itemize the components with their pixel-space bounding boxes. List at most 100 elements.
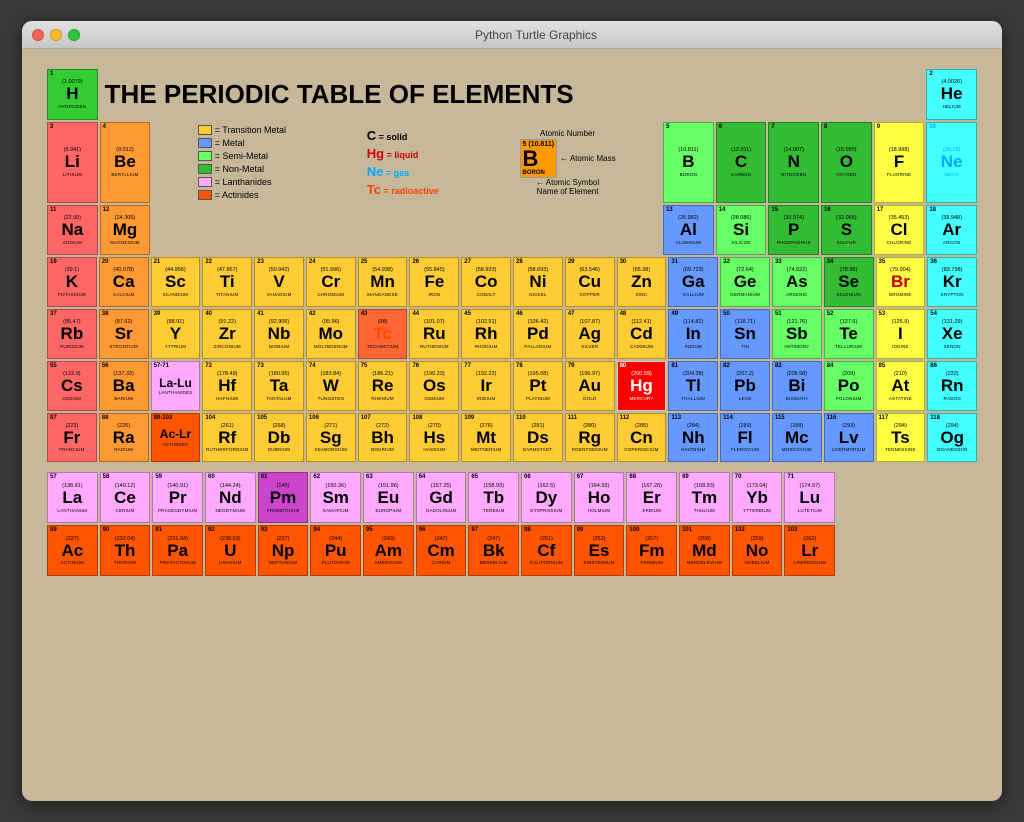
element-Pm[interactable]: 61(145)PmPROMETHIUM <box>258 472 309 523</box>
element-In[interactable]: 49(114.82)InINDIUM <box>668 309 718 359</box>
element-Zr[interactable]: 40(91.22)ZrZIRCONIUM <box>202 309 252 359</box>
element-Kr[interactable]: 36(83.798)KrKRYPTON <box>927 257 977 307</box>
element-Te[interactable]: 52(127.6)TeTELLURIUM <box>824 309 874 359</box>
element-Cs[interactable]: 55(132.9)CsCESIUM <box>47 361 97 411</box>
element-Br[interactable]: 35(79.904)BrBROMINE <box>876 257 926 307</box>
element-Xe[interactable]: 54(131.29)XeXENON <box>927 309 977 359</box>
element-U[interactable]: 92(238.03)UURANIUM <box>205 525 256 576</box>
element-Cr[interactable]: 24(51.996)CrCHROMIUM <box>306 257 356 307</box>
lanthanide-placeholder[interactable]: 57-71La-LuLANTHANIDES <box>151 361 201 411</box>
element-Ru[interactable]: 44(101.07)RuRUTHENIUM <box>409 309 459 359</box>
element-Ca[interactable]: 20(40.078)CaCALCIUM <box>99 257 149 307</box>
element-Co[interactable]: 27(58.933)CoCOBALT <box>461 257 511 307</box>
element-Fr[interactable]: 87(223)FrFRANCIUM <box>47 413 97 463</box>
element-Hg[interactable]: 80(200.59)HgMERCURY <box>617 361 667 411</box>
element-Rb[interactable]: 37(85.47)RbRUBIDIUM <box>47 309 97 359</box>
element-Rf[interactable]: 104(261)RfRUTHERFORDIUM <box>202 413 252 463</box>
element-Yb[interactable]: 70(173.04)YbYTTERBIUM <box>732 472 783 523</box>
element-Nd[interactable]: 60(144.24)NdNEODYMIUM <box>205 472 256 523</box>
element-Fm[interactable]: 100(257)FmFERMIUM <box>626 525 677 576</box>
element-Re[interactable]: 75(186.21)ReRHENIUM <box>358 361 408 411</box>
element-Be[interactable]: 4(9.012) BeBERYLLIUM <box>100 122 151 203</box>
element-I[interactable]: 53(126.9)IIODINE <box>876 309 926 359</box>
element-Nh[interactable]: 113(284)NhNIHONIUM <box>668 413 718 463</box>
element-Lr[interactable]: 103(262)LrLAWRENCIUM <box>784 525 835 576</box>
element-Au[interactable]: 79(196.97)AuGOLD <box>565 361 615 411</box>
element-Ta[interactable]: 73(180.95)TaTANTALUM <box>254 361 304 411</box>
element-Cd[interactable]: 48(112.41)CdCADMIUM <box>617 309 667 359</box>
element-Bi[interactable]: 83(208.98)BiBISMUTH <box>772 361 822 411</box>
element-Db[interactable]: 105(268)DbDUBNIUM <box>254 413 304 463</box>
element-Np[interactable]: 93(237)NpNEPTUNIUM <box>258 525 309 576</box>
element-Al[interactable]: 13(26.982)AlALUMINUM <box>663 205 714 256</box>
element-Cn[interactable]: 112(285)CnCOPERNICIUM <box>617 413 667 463</box>
element-Ba[interactable]: 56(137.33)BaBARIUM <box>99 361 149 411</box>
element-Sn[interactable]: 50(118.71)SnTIN <box>720 309 770 359</box>
element-Ho[interactable]: 67(164.93)HoHOLMIUM <box>574 472 625 523</box>
element-Eu[interactable]: 63(151.96)EuEUROPIUM <box>363 472 414 523</box>
element-Sb[interactable]: 51(121.76)SbANTIMONY <box>772 309 822 359</box>
element-Dy[interactable]: 66(162.5)DyDYSPROSIUM <box>521 472 572 523</box>
element-Li[interactable]: 3(6.941) LiLITHIUM <box>47 122 98 203</box>
element-No[interactable]: 102(259)NoNOBELIUM <box>732 525 783 576</box>
element-W[interactable]: 74(183.84)WTUNGSTEN <box>306 361 356 411</box>
element-C[interactable]: 6(12.011) CCARBON <box>716 122 767 203</box>
element-Pa[interactable]: 91(231.04)PaPROTACTINIUM <box>152 525 203 576</box>
element-Pb[interactable]: 82(207.2)PbLEAD <box>720 361 770 411</box>
element-Pu[interactable]: 94(244)PuPLUTONIUM <box>310 525 361 576</box>
element-La[interactable]: 57(138.91)LaLANTHANUM <box>47 472 98 523</box>
element-Mo[interactable]: 42(95.96)MoMOLYBDENUM <box>306 309 356 359</box>
element-Ti[interactable]: 22(47.867)TiTITANIUM <box>202 257 252 307</box>
element-Bk[interactable]: 97(247)BkBERKELIUM <box>468 525 519 576</box>
element-Rh[interactable]: 45(102.91)RhRHODIUM <box>461 309 511 359</box>
element-Mg[interactable]: 12(24.305)MgMAGNESIUM <box>100 205 151 256</box>
element-Cf[interactable]: 98(251)CfCALIFORNIUM <box>521 525 572 576</box>
element-Tb[interactable]: 65(158.93)TbTERBIUM <box>468 472 519 523</box>
element-Na[interactable]: 11(22.99)NaSODIUM <box>47 205 98 256</box>
element-Mt[interactable]: 109(276)MtMEITNERIUM <box>461 413 511 463</box>
element-Po[interactable]: 84(209)PoPOLONIUM <box>824 361 874 411</box>
maximize-button[interactable] <box>68 29 80 41</box>
element-S[interactable]: 16(32.065)SSULFUR <box>821 205 872 256</box>
element-Pd[interactable]: 46(106.42)PdPALLADIUM <box>513 309 563 359</box>
element-Am[interactable]: 95(243)AmAMERICIUM <box>363 525 414 576</box>
element-Tl[interactable]: 81(204.38)TlTHALLIUM <box>668 361 718 411</box>
element-H[interactable]: 1 (1.0079) H HYDROGEN <box>47 69 98 120</box>
element-Ce[interactable]: 58(140.12)CeCERIUM <box>100 472 151 523</box>
element-Ni[interactable]: 28(58.693)NiNICKEL <box>513 257 563 307</box>
element-Mn[interactable]: 25(54.938)MnMANGANESE <box>358 257 408 307</box>
element-Er[interactable]: 68(167.26)ErERBIUM <box>626 472 677 523</box>
element-Og[interactable]: 118(294)OgOGANESSON <box>927 413 977 463</box>
element-F[interactable]: 9(18.998) FFLUORINE <box>874 122 925 203</box>
element-Ds[interactable]: 110(281)DsDARMSTADT. <box>513 413 563 463</box>
element-Cu[interactable]: 29(63.546)CuCOPPER <box>565 257 615 307</box>
element-Rn[interactable]: 86(222)RnRADON <box>927 361 977 411</box>
element-Lu[interactable]: 71(174.97)LuLUTETIUM <box>784 472 835 523</box>
element-Ge[interactable]: 32(72.64)GeGERMANIUM <box>720 257 770 307</box>
element-Cl[interactable]: 17(35.453)ClCHLORINE <box>874 205 925 256</box>
element-Ac[interactable]: 89(227)AcACTINIUM <box>47 525 98 576</box>
element-Md[interactable]: 101(258)MdMENDELEVIUM <box>679 525 730 576</box>
close-button[interactable] <box>32 29 44 41</box>
element-Cm[interactable]: 96(247)CmCURIUM <box>416 525 467 576</box>
element-Ir[interactable]: 77(192.22)IrIRIDIUM <box>461 361 511 411</box>
element-Rg[interactable]: 111(280)RgROENTGENIUM <box>565 413 615 463</box>
element-Fe[interactable]: 26(55.845)FeIRON <box>409 257 459 307</box>
element-Nb[interactable]: 41(92.906)NbNIOBIUM <box>254 309 304 359</box>
element-K[interactable]: 19(39.1)KPOTASSIUM <box>47 257 97 307</box>
element-Bh[interactable]: 107(272)BhBOHRIUM <box>358 413 408 463</box>
element-V[interactable]: 23(50.942)VVANADIUM <box>254 257 304 307</box>
element-N[interactable]: 7(14.007) NNITROGEN <box>768 122 819 203</box>
element-Sr[interactable]: 38(87.62)SrSTRONTIUM <box>99 309 149 359</box>
element-B[interactable]: 5(10.811) BBORON <box>663 122 714 203</box>
element-Pr[interactable]: 59(140.91)PrPRASEODYMIUM <box>152 472 203 523</box>
element-Tm[interactable]: 69(168.93)TmTHULIUM <box>679 472 730 523</box>
minimize-button[interactable] <box>50 29 62 41</box>
element-O[interactable]: 8(15.999) OOXYGEN <box>821 122 872 203</box>
element-Zn[interactable]: 30(65.38)ZnZINC <box>617 257 667 307</box>
element-Es[interactable]: 99(252)EsEINSTEINIUM <box>574 525 625 576</box>
element-P[interactable]: 15(30.974)PPHOSPHORUS <box>768 205 819 256</box>
element-Tc[interactable]: 43(98)TcTECHNETIUM <box>358 309 408 359</box>
element-Gd[interactable]: 64(157.25)GdGADOLINIUM <box>416 472 467 523</box>
element-Lv[interactable]: 116(293)LvLIVERMORIUM <box>824 413 874 463</box>
